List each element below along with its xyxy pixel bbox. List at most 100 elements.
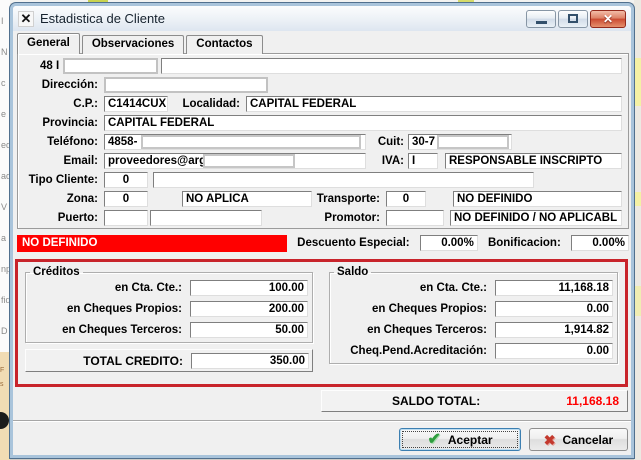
- direccion-row: Dirección:: [24, 77, 622, 93]
- credit-cheques-propios-field[interactable]: 200.00: [190, 301, 308, 317]
- window-controls: ✕: [526, 10, 626, 28]
- saldo-group-title: Saldo: [334, 266, 371, 278]
- saldo-total-label: SALDO TOTAL:: [392, 394, 480, 408]
- transporte-label: Transporte:: [312, 193, 386, 205]
- puerto-field[interactable]: [104, 210, 148, 226]
- zona-desc-field[interactable]: NO APLICA: [182, 191, 312, 207]
- provincia-row: Provincia: CAPITAL FEDERAL: [24, 115, 622, 131]
- window-title: Estadistica de Cliente: [40, 11, 165, 26]
- saldo-cheques-terceros-field[interactable]: 1,914.82: [495, 322, 613, 338]
- saldo-cheques-terceros-label: en Cheques Terceros:: [334, 324, 495, 336]
- saldo-row: en Cheques Terceros: 1,914.82: [334, 321, 613, 338]
- saldo-group: Saldo en Cta. Cte.: 11,168.18 en Cheques…: [329, 266, 618, 364]
- tipo-cliente-desc-field[interactable]: [153, 172, 534, 188]
- minimize-icon: [536, 21, 547, 24]
- bonificacion-field[interactable]: 0.00%: [571, 235, 629, 251]
- cuit-field[interactable]: 30-7: [408, 134, 512, 150]
- zona-field[interactable]: 0: [104, 191, 148, 207]
- screen: I N c e ed ad V a np fid D F s ✕ Estadis…: [0, 0, 641, 460]
- condition-banner: NO DEFINIDO: [17, 235, 287, 252]
- background-app-beige-panel: F s: [0, 352, 10, 460]
- credit-row: en Cta. Cte.: 100.00: [30, 279, 308, 296]
- creditos-group-title: Créditos: [30, 266, 83, 278]
- credit-cta-cte-field[interactable]: 100.00: [190, 280, 308, 296]
- credit-cheques-terceros-field[interactable]: 50.00: [190, 322, 308, 338]
- app-x-icon: ✕: [18, 11, 34, 27]
- telefono-label: Teléfono:: [24, 136, 104, 148]
- total-credito-bar: TOTAL CREDITO: 350.00: [25, 349, 313, 372]
- puerto-promotor-row: Puerto: Promotor: NO DEFINIDO / NO APLIC…: [24, 210, 622, 226]
- background-app-right-strip: [634, 0, 641, 460]
- cancelar-button[interactable]: ✖ Cancelar: [529, 428, 628, 451]
- localidad-field[interactable]: CAPITAL FEDERAL: [246, 96, 622, 112]
- client-name-field[interactable]: [161, 58, 622, 74]
- tab-strip: General Observaciones Contactos: [17, 33, 265, 54]
- saldo-row: Cheq.Pend.Acreditación: 0.00: [334, 342, 613, 359]
- localidad-label: Localidad:: [168, 98, 246, 110]
- saldo-cheq-pend-label: Cheq.Pend.Acreditación:: [334, 345, 495, 357]
- saldo-row: en Cheques Propios: 0.00: [334, 300, 613, 317]
- credit-cta-cte-label: en Cta. Cte.:: [30, 282, 190, 294]
- close-button[interactable]: ✕: [590, 10, 626, 28]
- tab-contactos[interactable]: Contactos: [186, 35, 262, 54]
- redaction-mask: [63, 58, 158, 74]
- tipo-cliente-field[interactable]: 0: [104, 172, 148, 188]
- descuento-field[interactable]: 0.00%: [420, 235, 478, 251]
- transporte-field[interactable]: 0: [386, 191, 426, 207]
- total-credito-label: TOTAL CREDITO:: [29, 354, 191, 368]
- cp-field[interactable]: C1414CUX: [104, 96, 168, 112]
- telefono-cuit-row: Teléfono: 4858- Cuit: 30-7: [24, 134, 622, 150]
- tipo-cliente-row: Tipo Cliente: 0: [24, 172, 622, 188]
- aceptar-button-label: Aceptar: [448, 433, 493, 447]
- credit-cheques-terceros-label: en Cheques Terceros:: [30, 324, 190, 336]
- total-credito-field[interactable]: 350.00: [191, 353, 309, 369]
- titlebar[interactable]: ✕ Estadistica de Cliente ✕: [13, 6, 631, 31]
- tab-general[interactable]: General: [17, 33, 80, 54]
- cancelar-button-label: Cancelar: [563, 433, 614, 447]
- iva-desc-field[interactable]: RESPONSABLE INSCRIPTO: [445, 153, 622, 169]
- telefono-field[interactable]: 4858-: [104, 134, 366, 150]
- saldo-cheques-propios-label: en Cheques Propios:: [334, 303, 495, 315]
- promotor-desc-field[interactable]: NO DEFINIDO / NO APLICABL: [450, 210, 622, 226]
- credit-row: en Cheques Propios: 200.00: [30, 300, 308, 317]
- cp-label: C.P.:: [24, 98, 104, 110]
- saldo-cta-cte-field[interactable]: 11,168.18: [495, 280, 613, 296]
- divider: [13, 420, 631, 422]
- background-fragment: [634, 192, 641, 206]
- bonificacion-label: Bonificacion:: [488, 237, 561, 249]
- iva-code-field[interactable]: I: [408, 153, 438, 169]
- minimize-button[interactable]: [526, 10, 556, 28]
- saldo-cheq-pend-field[interactable]: 0.00: [495, 343, 613, 359]
- iva-label: IVA:: [366, 155, 408, 167]
- aceptar-button[interactable]: ✔ Aceptar: [399, 428, 521, 451]
- cp-localidad-row: C.P.: C1414CUX Localidad: CAPITAL FEDERA…: [24, 96, 622, 112]
- redaction-mask: [104, 77, 268, 93]
- email-iva-row: Email: proveedores@arg IVA: I RESPONSABL…: [24, 153, 622, 169]
- condition-row: NO DEFINIDO Descuento Especial: 0.00% Bo…: [17, 234, 629, 252]
- promotor-label: Promotor:: [262, 212, 386, 224]
- direccion-label: Dirección:: [24, 79, 104, 91]
- credit-balance-region: Créditos en Cta. Cte.: 100.00 en Cheques…: [15, 259, 628, 387]
- background-fragment: [634, 286, 641, 316]
- tipo-cliente-label: Tipo Cliente:: [24, 174, 104, 186]
- check-icon: ✔: [427, 433, 440, 447]
- close-icon: ✕: [603, 12, 613, 26]
- saldo-cta-cte-label: en Cta. Cte.:: [334, 282, 495, 294]
- maximize-button[interactable]: [558, 10, 588, 28]
- provincia-field[interactable]: CAPITAL FEDERAL: [104, 115, 622, 131]
- tab-observaciones[interactable]: Observaciones: [82, 35, 184, 54]
- promotor-field[interactable]: [386, 210, 444, 226]
- dialog-content: General Observaciones Contactos 48 I Dir…: [13, 31, 631, 455]
- credit-cheques-propios-label: en Cheques Propios:: [30, 303, 190, 315]
- saldo-cheques-propios-field[interactable]: 0.00: [495, 301, 613, 317]
- transporte-desc-field[interactable]: NO DEFINIDO: [453, 191, 622, 207]
- puerto-desc-field[interactable]: [150, 210, 262, 226]
- maximize-icon: [568, 14, 578, 23]
- client-code: 48 I: [40, 60, 59, 72]
- estadistica-de-cliente-dialog: ✕ Estadistica de Cliente ✕ General Obser…: [10, 3, 634, 458]
- email-field[interactable]: proveedores@arg: [104, 153, 366, 169]
- background-fragment: [634, 58, 641, 106]
- saldo-column: Saldo en Cta. Cte.: 11,168.18 en Cheques…: [329, 266, 618, 380]
- email-label: Email:: [24, 155, 104, 167]
- redaction-mask: [203, 154, 295, 168]
